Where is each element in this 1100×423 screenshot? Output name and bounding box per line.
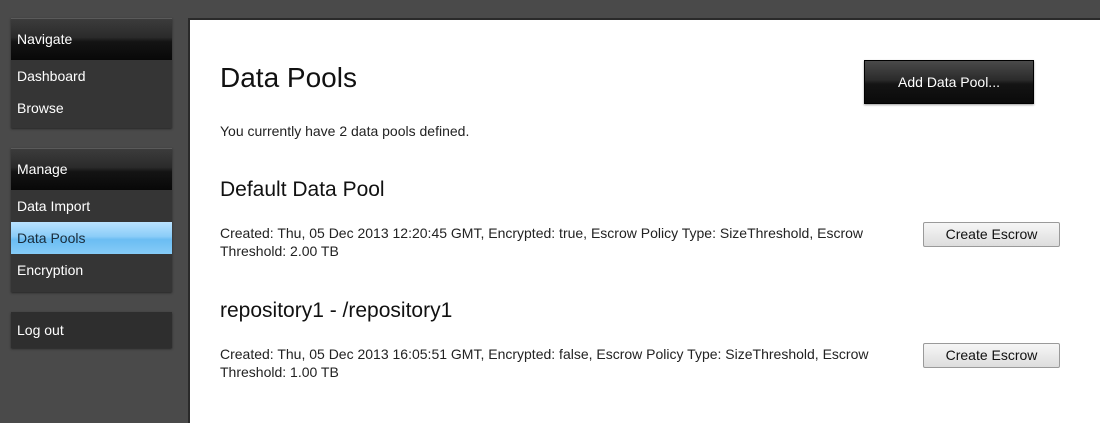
sidebar-item-data-import[interactable]: Data Import (11, 190, 172, 222)
pool-section-repository1: repository1 - /repository1 Created: Thu,… (220, 299, 1060, 380)
sidebar: Navigate Dashboard Browse Manage Data Im… (11, 18, 172, 348)
nav-group-navigate: Navigate Dashboard Browse (11, 18, 172, 128)
pool-name: Default Data Pool (220, 178, 385, 201)
nav-group-manage: Manage Data Import Data Pools Encryption (11, 148, 172, 292)
page-title: Data Pools (220, 62, 357, 93)
pool-section-default: Default Data Pool Created: Thu, 05 Dec 2… (220, 178, 1060, 259)
create-escrow-button[interactable]: Create Escrow (923, 222, 1060, 247)
sidebar-item-encryption[interactable]: Encryption (11, 254, 172, 292)
pool-details: Created: Thu, 05 Dec 2013 16:05:51 GMT, … (220, 346, 869, 380)
app-window: Navigate Dashboard Browse Manage Data Im… (0, 0, 1100, 423)
add-data-pool-button[interactable]: Add Data Pool... (864, 60, 1034, 104)
pool-details: Created: Thu, 05 Dec 2013 12:20:45 GMT, … (220, 225, 864, 259)
sidebar-item-data-pools[interactable]: Data Pools (11, 222, 172, 254)
main-panel: Data Pools Add Data Pool... You currentl… (188, 18, 1100, 423)
nav-header-manage: Manage (11, 148, 172, 190)
create-escrow-button[interactable]: Create Escrow (923, 343, 1060, 368)
logout-link[interactable]: Log out (11, 312, 172, 348)
pool-count-summary: You currently have 2 data pools defined. (220, 123, 470, 139)
sidebar-item-dashboard[interactable]: Dashboard (11, 60, 172, 92)
nav-header-navigate: Navigate (11, 18, 172, 60)
pool-name: repository1 - /repository1 (220, 299, 453, 322)
sidebar-item-browse[interactable]: Browse (11, 92, 172, 128)
